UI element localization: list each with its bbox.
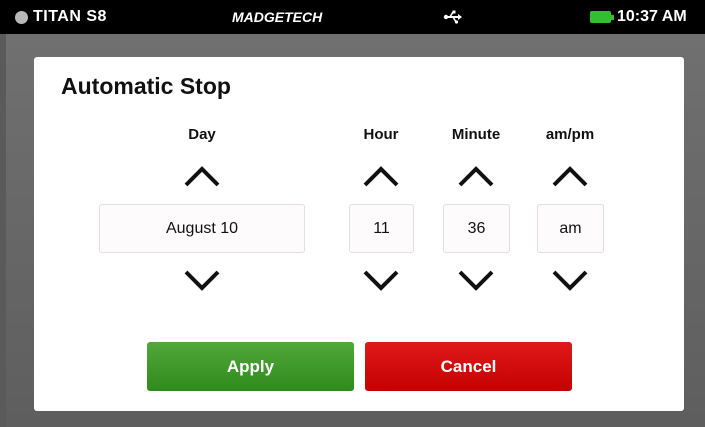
minute-value-field[interactable]: 36 (443, 204, 510, 253)
minute-label: Minute (451, 126, 501, 143)
ampm-increment-button[interactable] (550, 163, 590, 189)
chevron-down-icon (458, 270, 494, 291)
usb-icon (443, 9, 463, 25)
minute-decrement-button[interactable] (456, 268, 496, 294)
day-decrement-button[interactable] (182, 268, 222, 294)
chevron-up-icon (552, 166, 588, 187)
automatic-stop-dialog: Automatic Stop Day Hour Minute am/pm Aug… (34, 57, 684, 411)
hour-increment-button[interactable] (361, 163, 401, 189)
ampm-value-field[interactable]: am (537, 204, 604, 253)
device-name: TITAN S8 (33, 8, 107, 25)
chevron-up-icon (363, 166, 399, 187)
dialog-title: Automatic Stop (61, 73, 231, 99)
clock: 10:37 AM (617, 8, 687, 25)
minute-increment-button[interactable] (456, 163, 496, 189)
battery-icon (590, 11, 614, 23)
chevron-up-icon (184, 166, 220, 187)
hour-value-field[interactable]: 11 (349, 204, 414, 253)
chevron-down-icon (363, 270, 399, 291)
brand-logo: MADGETECH (232, 9, 323, 25)
status-indicator-dot (15, 11, 28, 24)
ampm-label: am/pm (545, 126, 595, 143)
cancel-button[interactable]: Cancel (365, 342, 572, 391)
ampm-decrement-button[interactable] (550, 268, 590, 294)
status-bar: TITAN S8 MADGETECH 10:37 AM (0, 0, 705, 34)
chevron-up-icon (458, 166, 494, 187)
hour-label: Hour (363, 126, 399, 143)
chevron-down-icon (552, 270, 588, 291)
hour-decrement-button[interactable] (361, 268, 401, 294)
day-value-field[interactable]: August 10 (99, 204, 305, 253)
apply-button[interactable]: Apply (147, 342, 354, 391)
day-label: Day (188, 126, 216, 143)
day-increment-button[interactable] (182, 163, 222, 189)
chevron-down-icon (184, 270, 220, 291)
